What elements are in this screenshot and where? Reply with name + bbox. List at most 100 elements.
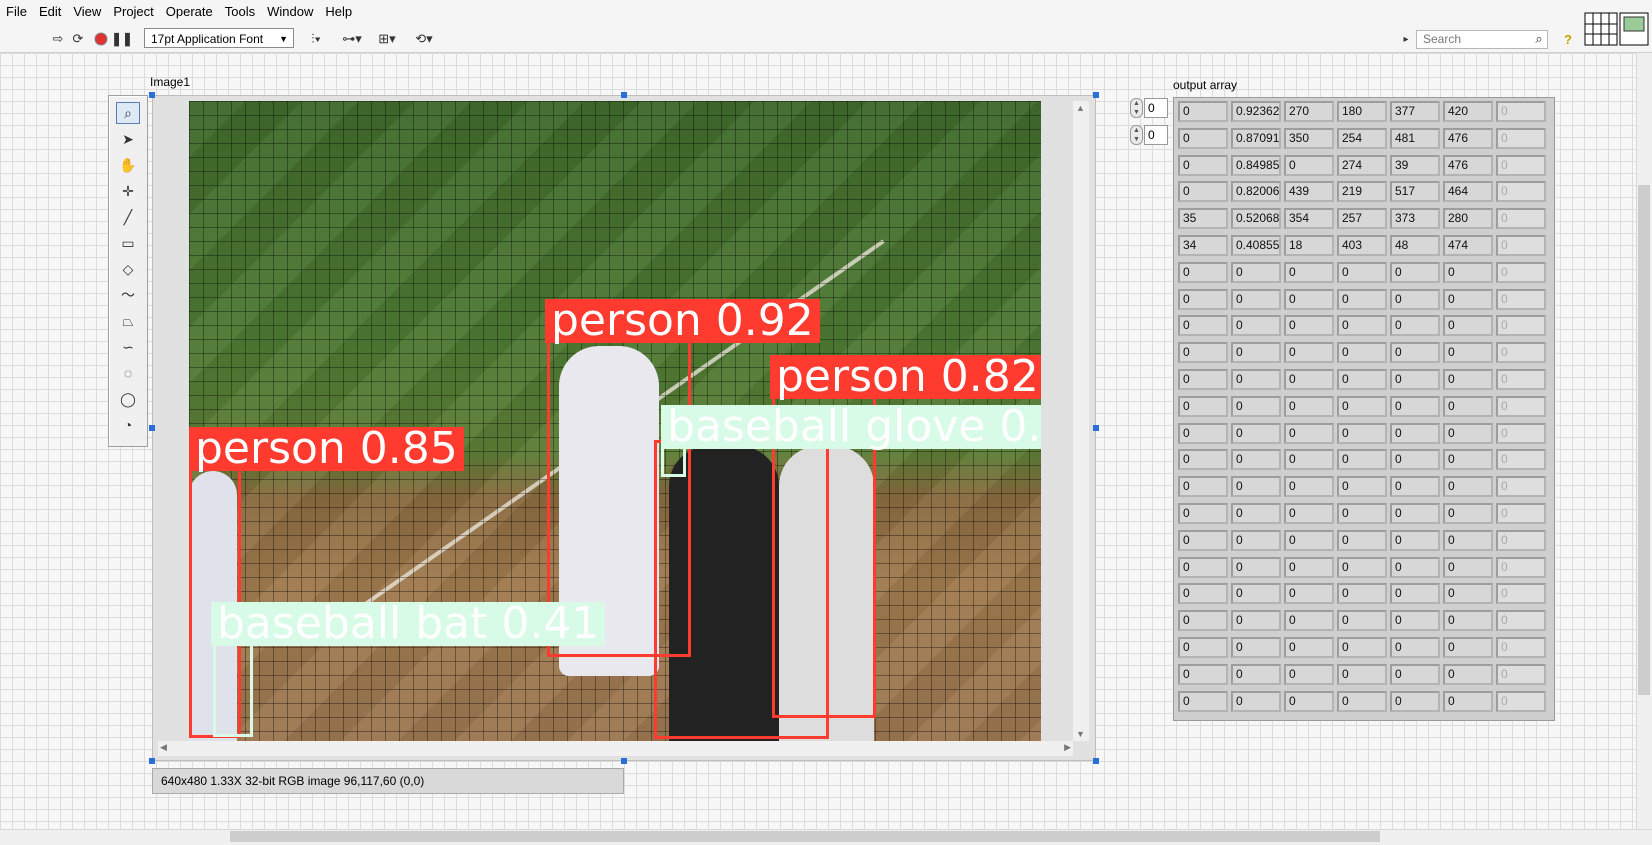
array-cell[interactable]: 377 (1390, 101, 1440, 122)
array-cell[interactable]: 0 (1496, 101, 1546, 122)
array-cell[interactable]: 0 (1284, 342, 1334, 364)
array-cell[interactable]: 0 (1496, 395, 1546, 417)
array-cell[interactable]: 0 (1284, 529, 1334, 551)
array-cell[interactable]: 0 (1337, 663, 1387, 685)
array-cell[interactable]: 0 (1496, 288, 1546, 310)
resize-objects-icon[interactable]: ⊞▾ (373, 29, 401, 49)
array-cell[interactable]: 481 (1390, 127, 1440, 149)
array-cell[interactable]: 0 (1284, 449, 1334, 471)
resize-handle[interactable] (1093, 425, 1099, 431)
array-cell[interactable]: 0 (1231, 476, 1281, 498)
array-cell[interactable]: 0 (1284, 610, 1334, 632)
array-cell[interactable]: 0 (1231, 369, 1281, 390)
array-cell[interactable]: 0 (1337, 583, 1387, 605)
array-cell[interactable]: 0 (1337, 342, 1387, 364)
array-cell[interactable]: 0 (1496, 449, 1546, 471)
array-cell[interactable]: 0 (1337, 369, 1387, 390)
array-cell[interactable]: 0 (1390, 449, 1440, 471)
array-cell[interactable]: 0 (1443, 261, 1493, 283)
array-cell[interactable]: 0 (1496, 663, 1546, 685)
array-cell[interactable]: 0 (1390, 369, 1440, 390)
array-cell[interactable]: 0 (1496, 476, 1546, 498)
align-objects-icon[interactable]: ⫶▾ (302, 29, 330, 49)
array-cell[interactable]: 0 (1496, 503, 1546, 524)
array-cell[interactable]: 0 (1390, 583, 1440, 605)
menu-tools[interactable]: Tools (219, 0, 261, 24)
array-cell[interactable]: 0 (1284, 476, 1334, 498)
distribute-objects-icon[interactable]: ⊶▾ (338, 29, 366, 49)
array-cell[interactable]: 0 (1496, 261, 1546, 283)
resize-handle[interactable] (1093, 92, 1099, 98)
array-cell[interactable]: 0 (1390, 261, 1440, 283)
array-cell[interactable]: 254 (1337, 127, 1387, 149)
array-cell[interactable]: 0 (1178, 342, 1228, 364)
array-cell[interactable]: 0 (1337, 476, 1387, 498)
rotated-rectangle-icon[interactable]: ◇ (116, 258, 140, 280)
array-cell[interactable]: 18 (1284, 235, 1334, 256)
array-cell[interactable]: 180 (1337, 101, 1387, 122)
array-cell[interactable]: 0 (1284, 395, 1334, 417)
resize-handle[interactable] (1093, 758, 1099, 764)
array-cell[interactable]: 0 (1443, 583, 1493, 605)
array-cell[interactable]: 0 (1284, 422, 1334, 444)
menu-operate[interactable]: Operate (160, 0, 219, 24)
array-cell[interactable]: 0 (1496, 369, 1546, 390)
row-index-spinner-icon[interactable]: ▲ ▼ (1130, 98, 1143, 118)
array-cell[interactable]: 0 (1390, 395, 1440, 417)
array-cell[interactable]: 0 (1443, 637, 1493, 658)
array-cell[interactable]: 0.87091 (1231, 127, 1281, 149)
array-cell[interactable]: 0.82006 (1231, 181, 1281, 203)
array-cell[interactable]: 0 (1284, 315, 1334, 337)
array-cell[interactable]: 0 (1443, 422, 1493, 444)
array-cell[interactable]: 0 (1390, 503, 1440, 524)
pause-icon[interactable]: ❚❚ (111, 29, 133, 49)
array-cell[interactable]: 0 (1337, 503, 1387, 524)
curve-icon[interactable]: ∽ (116, 336, 140, 358)
array-cell[interactable]: 0 (1337, 395, 1387, 417)
array-cell[interactable]: 0 (1337, 449, 1387, 471)
freehand-line-icon[interactable]: 〜 (116, 284, 140, 306)
array-cell[interactable]: 0.92362 (1231, 101, 1281, 122)
array-cell[interactable]: 0 (1231, 422, 1281, 444)
array-cell[interactable]: 0 (1390, 422, 1440, 444)
array-cell[interactable]: 0 (1284, 288, 1334, 310)
run-continuously-icon[interactable]: ⟳ (69, 29, 87, 49)
array-cell[interactable]: 0 (1390, 529, 1440, 551)
image-vertical-scrollbar[interactable]: ▲ ▼ (1073, 101, 1089, 741)
array-cell[interactable]: 34 (1178, 235, 1228, 256)
array-cell[interactable]: 0 (1496, 690, 1546, 712)
scroll-right-icon[interactable]: ▶ (1064, 742, 1071, 753)
array-cell[interactable]: 0 (1284, 369, 1334, 390)
array-cell[interactable]: 0 (1284, 637, 1334, 658)
array-cell[interactable]: 0 (1390, 690, 1440, 712)
array-cell[interactable]: 0 (1443, 690, 1493, 712)
help-icon[interactable]: ? (1560, 29, 1576, 49)
array-cell[interactable]: 0 (1496, 556, 1546, 578)
array-cell[interactable]: 0 (1496, 342, 1546, 364)
array-cell[interactable]: 0 (1443, 395, 1493, 417)
array-cell[interactable]: 0 (1337, 637, 1387, 658)
array-cell[interactable]: 0 (1496, 315, 1546, 337)
array-cell[interactable]: 0 (1178, 449, 1228, 471)
array-cell[interactable]: 0 (1284, 583, 1334, 605)
array-cell[interactable]: 439 (1284, 181, 1334, 203)
array-cell[interactable]: 0 (1178, 369, 1228, 390)
array-cell[interactable]: 280 (1443, 208, 1493, 230)
array-cell[interactable]: 0 (1496, 154, 1546, 176)
array-cell[interactable]: 0 (1231, 556, 1281, 578)
array-cell[interactable]: 0 (1178, 154, 1228, 176)
array-cell[interactable]: 373 (1390, 208, 1440, 230)
scroll-down-icon[interactable]: ▼ (1076, 729, 1085, 739)
array-cell[interactable]: 0 (1443, 342, 1493, 364)
array-cell[interactable]: 0 (1231, 663, 1281, 685)
array-cell[interactable]: 0 (1390, 663, 1440, 685)
vi-connector-pane-icon[interactable] (1584, 12, 1650, 46)
array-cell[interactable]: 48 (1390, 235, 1440, 256)
font-select[interactable]: 17pt Application Font ▼ (144, 28, 294, 48)
array-cell[interactable]: 403 (1337, 235, 1387, 256)
array-cell[interactable]: 0 (1231, 690, 1281, 712)
array-cell[interactable]: 0 (1496, 127, 1546, 149)
array-cell[interactable]: 0 (1443, 503, 1493, 524)
array-cell[interactable]: 0 (1231, 529, 1281, 551)
array-cell[interactable]: 0 (1337, 315, 1387, 337)
